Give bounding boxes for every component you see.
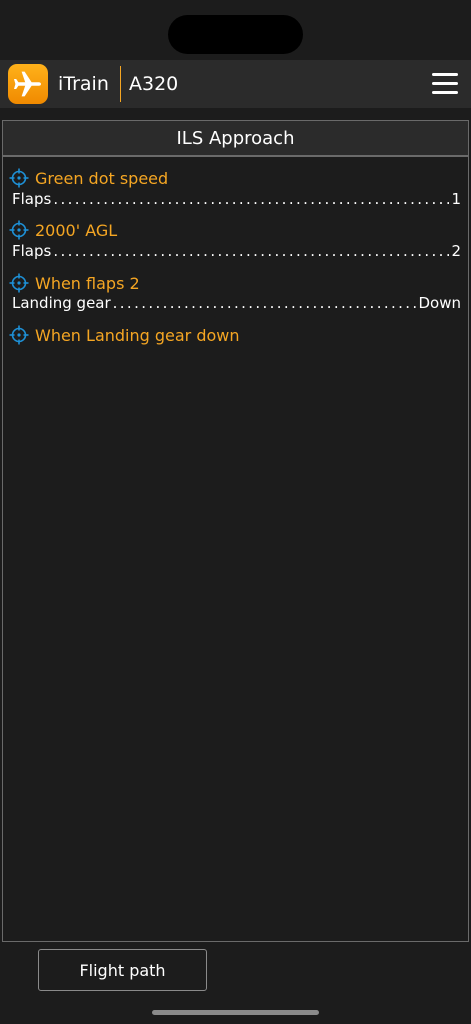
header-divider xyxy=(120,66,121,102)
flight-path-button[interactable]: Flight path xyxy=(38,949,207,991)
checklist-item-heading-text: When flaps 2 xyxy=(35,273,140,293)
target-icon xyxy=(9,273,29,293)
aircraft-label: A320 xyxy=(129,73,179,95)
target-icon xyxy=(9,220,29,240)
action-value: 1 xyxy=(451,190,461,208)
checklist-item-heading[interactable]: When flaps 2 xyxy=(9,272,140,294)
checklist-item-heading-text: 2000' AGL xyxy=(35,220,118,240)
checklist-item-heading-text: When Landing gear down xyxy=(35,325,240,345)
screen: iTrain A320 ILS Approach Green dot speed… xyxy=(0,0,471,1024)
hamburger-menu-icon[interactable] xyxy=(428,70,462,98)
action-label: Landing gear xyxy=(12,294,111,312)
checklist-title: ILS Approach xyxy=(2,120,469,156)
action-label: Flaps xyxy=(12,242,52,260)
action-label: Flaps xyxy=(12,190,52,208)
checklist-item-heading[interactable]: When Landing gear down xyxy=(9,324,240,346)
status-bar xyxy=(0,0,471,60)
app-name: iTrain xyxy=(58,73,109,95)
target-icon xyxy=(9,168,29,188)
checklist-action-line: Landing gear Down xyxy=(12,292,461,312)
dot-leader xyxy=(53,190,449,208)
app-header: iTrain A320 xyxy=(0,60,471,108)
action-value: 2 xyxy=(451,242,461,260)
checklist-action-line: Flaps 2 xyxy=(12,240,461,260)
checklist-item-heading[interactable]: Green dot speed xyxy=(9,167,168,189)
dot-leader xyxy=(53,242,449,260)
airplane-icon xyxy=(8,64,48,104)
dot-leader xyxy=(113,294,417,312)
checklist-item-heading[interactable]: 2000' AGL xyxy=(9,219,117,241)
target-icon xyxy=(9,325,29,345)
dynamic-island xyxy=(168,15,303,54)
home-indicator[interactable] xyxy=(152,1010,319,1015)
checklist-panel: Green dot speed Flaps 1 2000' AGL Flaps … xyxy=(2,156,469,942)
action-value: Down xyxy=(418,294,461,312)
checklist-action-line: Flaps 1 xyxy=(12,188,461,208)
checklist-item-heading-text: Green dot speed xyxy=(35,168,169,188)
